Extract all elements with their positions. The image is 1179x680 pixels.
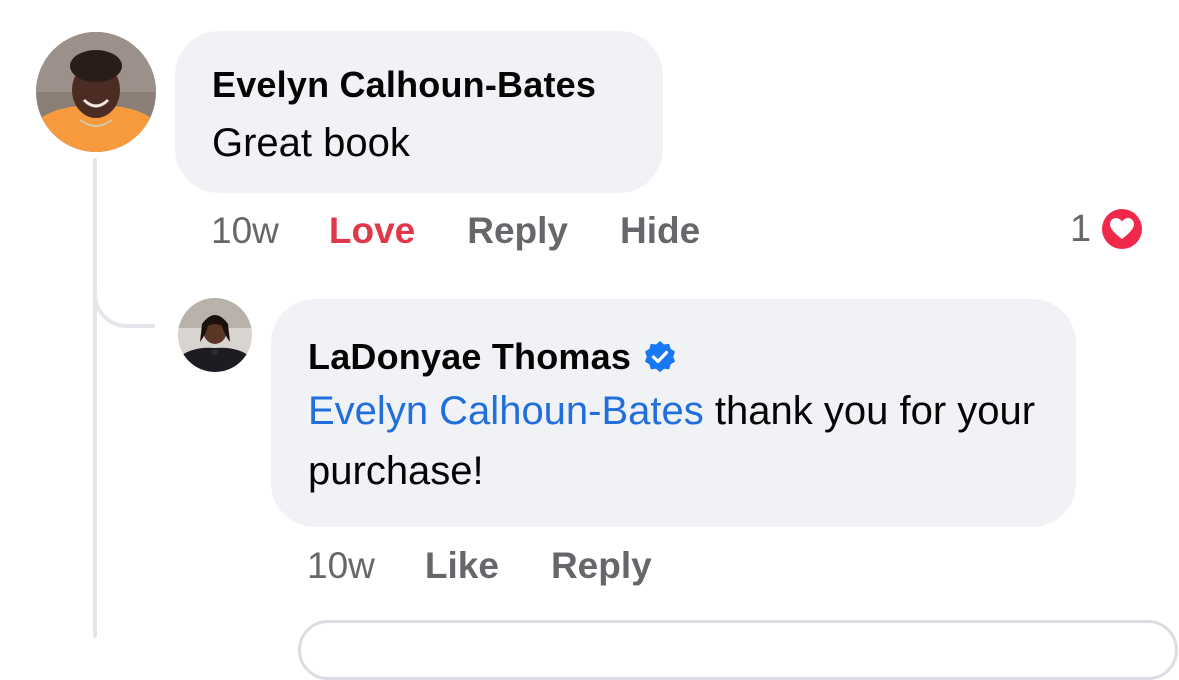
reply-button[interactable]: Reply — [467, 210, 568, 252]
reply-author[interactable]: LaDonyae Thomas — [308, 335, 631, 379]
hide-button[interactable]: Hide — [620, 210, 700, 252]
reply-text: Evelyn Calhoun-Bates thank you for your … — [308, 381, 1040, 501]
mention-link[interactable]: Evelyn Calhoun-Bates — [308, 389, 704, 433]
comment-author[interactable]: Evelyn Calhoun-Bates — [212, 63, 596, 107]
avatar[interactable] — [178, 298, 252, 372]
reaction-summary[interactable]: 1 — [1070, 204, 1147, 254]
reply-input-box[interactable] — [298, 620, 1178, 680]
reply-bubble: LaDonyae Thomas Evelyn Calhoun-Bates tha… — [271, 299, 1076, 527]
avatar[interactable] — [36, 32, 156, 152]
reaction-count: 1 — [1070, 207, 1092, 250]
like-button[interactable]: Like — [425, 545, 499, 587]
heart-icon — [1097, 204, 1147, 254]
thread-line — [93, 158, 97, 638]
comment-timestamp[interactable]: 10w — [211, 210, 279, 252]
avatar-image — [36, 32, 156, 152]
reply-timestamp[interactable]: 10w — [307, 545, 375, 587]
love-button[interactable]: Love — [329, 210, 415, 252]
reply-button[interactable]: Reply — [551, 545, 652, 587]
reply-author-row: LaDonyae Thomas — [308, 335, 677, 379]
avatar-image — [178, 298, 252, 372]
comment-actions: 10w Love Reply Hide — [211, 210, 752, 252]
reply-actions: 10w Like Reply — [307, 545, 704, 587]
thread-branch-connector — [93, 270, 155, 328]
comment-text: Great book — [212, 121, 410, 165]
comment-bubble: Evelyn Calhoun-Bates Great book — [175, 31, 663, 193]
verified-badge-icon — [643, 340, 677, 374]
